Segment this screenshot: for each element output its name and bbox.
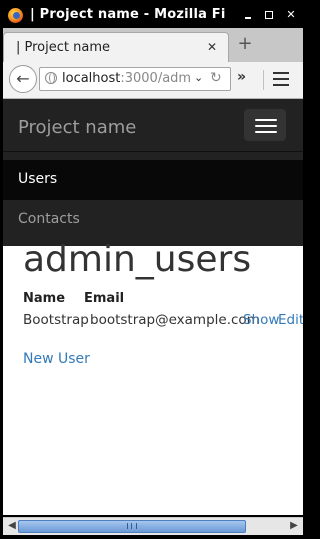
navbar-toggle-button[interactable] [244, 109, 286, 141]
minimize-icon[interactable] [240, 7, 256, 23]
window-title: | Project name - Mozilla Fi [30, 7, 226, 22]
show-link[interactable]: Show [243, 312, 279, 328]
firefox-window: | Project name - Mozilla Fi | Project na… [0, 0, 306, 539]
scrollbar-thumb[interactable] [18, 520, 246, 533]
horizontal-scrollbar[interactable]: ◀ ▶ [3, 517, 303, 535]
globe-icon [45, 72, 57, 84]
scroll-right-icon[interactable]: ▶ [288, 520, 300, 532]
tab-project-name[interactable]: | Project name ✕ [3, 32, 229, 63]
new-user-link[interactable]: New User [23, 351, 90, 367]
edit-link[interactable]: Edit [278, 312, 303, 328]
navbar-divider [3, 151, 303, 152]
navbar-brand[interactable]: Project name [18, 117, 136, 138]
cell-name: Bootstrap [23, 312, 89, 328]
page-title: admin_users [23, 239, 252, 280]
site-navbar: Project name Users Contacts [3, 99, 303, 246]
grip-icon [127, 523, 137, 529]
chevron-down-icon[interactable]: ⌄ [192, 71, 204, 84]
window-titlebar: | Project name - Mozilla Fi [3, 3, 303, 28]
url-path: :3000/adm [120, 71, 192, 86]
back-arrow-icon[interactable]: ← [9, 65, 37, 93]
close-window-icon[interactable] [283, 7, 299, 23]
firefox-icon [8, 8, 23, 23]
overflow-chevron-icon[interactable]: » [237, 69, 246, 85]
nav-item-contacts[interactable]: Contacts [3, 200, 303, 240]
hamburger-menu-icon[interactable] [273, 72, 289, 86]
url-host: localhost [62, 71, 121, 86]
nav-item-users[interactable]: Users [3, 160, 303, 200]
cell-email: bootstrap@example.com [90, 312, 260, 328]
plus-icon[interactable]: + [237, 35, 253, 53]
reload-icon[interactable]: ↻ [210, 70, 222, 86]
toolbar-separator [263, 70, 264, 90]
nav-item-label: Users [18, 171, 58, 187]
column-header-email: Email [84, 291, 125, 306]
url-bar[interactable]: localhost:3000/adm ⌄ ↻ [39, 67, 231, 91]
tab-strip: | Project name ✕ + [3, 28, 303, 63]
nav-item-label: Contacts [18, 211, 80, 227]
scroll-left-icon[interactable]: ◀ [6, 520, 18, 532]
tab-label: | Project name [16, 40, 110, 55]
maximize-icon[interactable] [261, 7, 277, 23]
browser-toolbar: ← localhost:3000/adm ⌄ ↻ » [3, 62, 303, 99]
url-text: localhost:3000/adm [62, 71, 191, 86]
column-header-name: Name [23, 291, 66, 306]
close-icon[interactable]: ✕ [207, 40, 217, 54]
page-viewport: Project name Users Contacts admin_users … [3, 99, 303, 515]
